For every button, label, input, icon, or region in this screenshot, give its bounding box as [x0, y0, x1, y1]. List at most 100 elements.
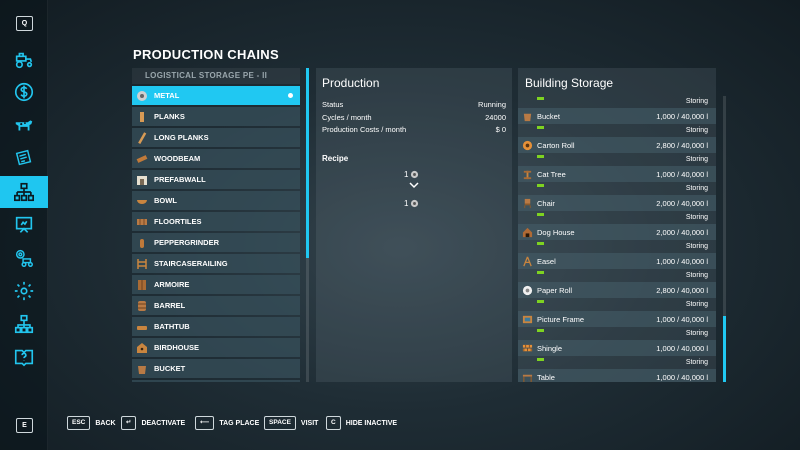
prev-page-key: Q	[16, 16, 33, 31]
storage-row[interactable]: Carton Roll 2,800 / 40,000 l Storing	[518, 137, 716, 166]
hint-tag-place[interactable]: ⟵ TAG PLACE	[195, 416, 259, 430]
chain-item-planks[interactable]: PLANKS	[132, 107, 300, 126]
chain-scrollbar-thumb[interactable]	[306, 68, 309, 258]
chain-item-barrel[interactable]: BARREL	[132, 296, 300, 315]
help-book-icon	[14, 349, 34, 367]
storage-item-amount: 1,000 / 40,000 l	[656, 343, 708, 353]
storage-row[interactable]: Picture Frame 1,000 / 40,000 l Storing	[518, 311, 716, 340]
storage-item: Dog House 2,000 / 40,000 l	[518, 224, 716, 240]
chain-item-armoire[interactable]: ARMOIRE	[132, 275, 300, 294]
hint-label: DEACTIVATE	[141, 419, 186, 427]
storage-row[interactable]: Shingle 1,000 / 40,000 l Storing	[518, 340, 716, 369]
production-title: Production	[322, 76, 380, 90]
chain-item-prefabwall[interactable]: PREFABWALL	[132, 170, 300, 189]
chain-item-bowl[interactable]: BOWL	[132, 191, 300, 210]
chain-item-label: PLANKS	[154, 112, 185, 121]
storage-status: Storing	[685, 156, 708, 163]
fill-bar	[537, 97, 544, 100]
hint-visit[interactable]: SPACE VISIT	[264, 416, 318, 430]
woodbeam-icon	[136, 154, 148, 163]
fill-bar	[537, 184, 544, 187]
hint-back[interactable]: ESC BACK	[67, 416, 116, 430]
storage-item: Carton Roll 2,800 / 40,000 l	[518, 137, 716, 153]
sidebar-item-animals[interactable]	[0, 109, 48, 141]
sidebar-item-finances[interactable]	[0, 76, 48, 108]
storage-item-amount: 2,000 / 40,000 l	[656, 227, 708, 237]
sidebar-item-statistics[interactable]	[0, 209, 48, 241]
storage-status: Storing	[685, 243, 708, 250]
status-value: Running	[478, 100, 506, 109]
sidebar-item-garage[interactable]	[0, 242, 48, 274]
chain-item-long-planks[interactable]: LONG PLANKS	[132, 128, 300, 147]
storage-row[interactable]: Easel 1,000 / 40,000 l Storing	[518, 253, 716, 282]
storage-item-name: Chair	[537, 198, 555, 208]
storage-status: Storing	[685, 272, 708, 279]
vehicles-settings-icon	[15, 249, 33, 267]
storage-row[interactable]: Paper Roll 2,800 / 40,000 l Storing	[518, 282, 716, 311]
hint-deactivate[interactable]: ↵ DEACTIVATE	[121, 416, 185, 430]
hint-hide-inactive[interactable]: C HIDE INACTIVE	[326, 416, 397, 430]
sidebar-item-settings[interactable]	[0, 275, 48, 307]
storage-item-name: Easel	[537, 256, 556, 266]
sidebar-item-production[interactable]	[0, 176, 48, 208]
gear-icon	[14, 281, 34, 301]
hint-label: TAG PLACE	[219, 419, 260, 427]
chain-item-partial[interactable]	[132, 380, 300, 382]
storage-status: Storing	[685, 330, 708, 337]
storage-item-name: Dog House	[537, 227, 575, 237]
peppergrinder-icon	[140, 238, 144, 248]
costs-value: $ 0	[495, 125, 506, 134]
production-chain-list: LOGISTICAL STORAGE PE - II METAL PLANKS LO…	[132, 68, 300, 382]
storage-item-amount: 2,800 / 40,000 l	[656, 140, 708, 150]
chain-item-label: BIRDHOUSE	[154, 343, 200, 352]
sidebar-item-vehicles[interactable]	[0, 44, 48, 76]
newspaper-icon	[15, 149, 32, 166]
table-icon	[522, 374, 533, 382]
storage-item-name: Carton Roll	[537, 140, 575, 150]
chain-item-metal[interactable]: METAL	[132, 86, 300, 105]
fill-bar	[537, 300, 544, 303]
chain-item-birdhouse[interactable]: BIRDHOUSE	[132, 338, 300, 357]
chain-item-label: STAIRCASERAILING	[154, 259, 228, 268]
storage-status: Storing	[685, 359, 708, 366]
storage-item: Table 1,000 / 40,000 l	[518, 369, 716, 382]
storage-scrollbar-thumb[interactable]	[723, 316, 726, 382]
storage-item-name: Bucket	[537, 111, 560, 121]
production-cycles-row: Cycles / month 24000	[322, 113, 506, 122]
chain-item-bucket[interactable]: BUCKET	[132, 359, 300, 378]
picture-frame-icon	[522, 315, 533, 323]
easel-icon	[523, 256, 532, 266]
chain-header: LOGISTICAL STORAGE PE - II	[132, 68, 300, 84]
storage-row[interactable]: Dog House 2,000 / 40,000 l Storing	[518, 224, 716, 253]
recipe-input-amount: 1	[404, 170, 409, 179]
armoire-icon	[138, 279, 146, 290]
chain-item-label: LONG PLANKS	[154, 133, 209, 142]
bathtub-icon	[137, 325, 147, 330]
chain-item-staircaserailing[interactable]: STAIRCASERAILING	[132, 254, 300, 273]
storage-row[interactable]: Table 1,000 / 40,000 l	[518, 369, 716, 382]
selected-dot	[288, 93, 293, 98]
recipe-title: Recipe	[322, 154, 349, 163]
recipe-output: 1	[404, 199, 419, 208]
sidebar-item-help[interactable]	[0, 341, 48, 373]
chain-item-woodbeam[interactable]: WOODBEAM	[132, 149, 300, 168]
sidebar-item-contracts[interactable]	[0, 142, 48, 174]
production-status-row: Status Running	[322, 100, 506, 109]
chain-item-floortiles[interactable]: FLOORTILES	[132, 212, 300, 231]
chevron-down-icon	[409, 182, 419, 189]
chain-item-label: WOODBEAM	[154, 154, 201, 163]
storage-row[interactable]: Cat Tree 1,000 / 40,000 l Storing	[518, 166, 716, 195]
carton-roll-icon	[522, 140, 533, 150]
chain-item-label: METAL	[154, 91, 180, 100]
chain-item-bathtub[interactable]: BATHTUB	[132, 317, 300, 336]
storage-status-line: Storing	[518, 240, 716, 253]
sidebar-item-hierarchy[interactable]	[0, 308, 48, 340]
storage-row[interactable]: Chair 2,000 / 40,000 l Storing	[518, 195, 716, 224]
chair-icon	[524, 198, 531, 208]
hint-label: BACK	[95, 419, 116, 427]
fill-bar	[537, 155, 544, 158]
storage-row[interactable]: Bucket 1,000 / 40,000 l Storing	[518, 108, 716, 137]
storage-status-line: Storing	[518, 211, 716, 224]
storage-item: Easel 1,000 / 40,000 l	[518, 253, 716, 269]
chain-item-peppergrinder[interactable]: PEPPERGRINDER	[132, 233, 300, 252]
